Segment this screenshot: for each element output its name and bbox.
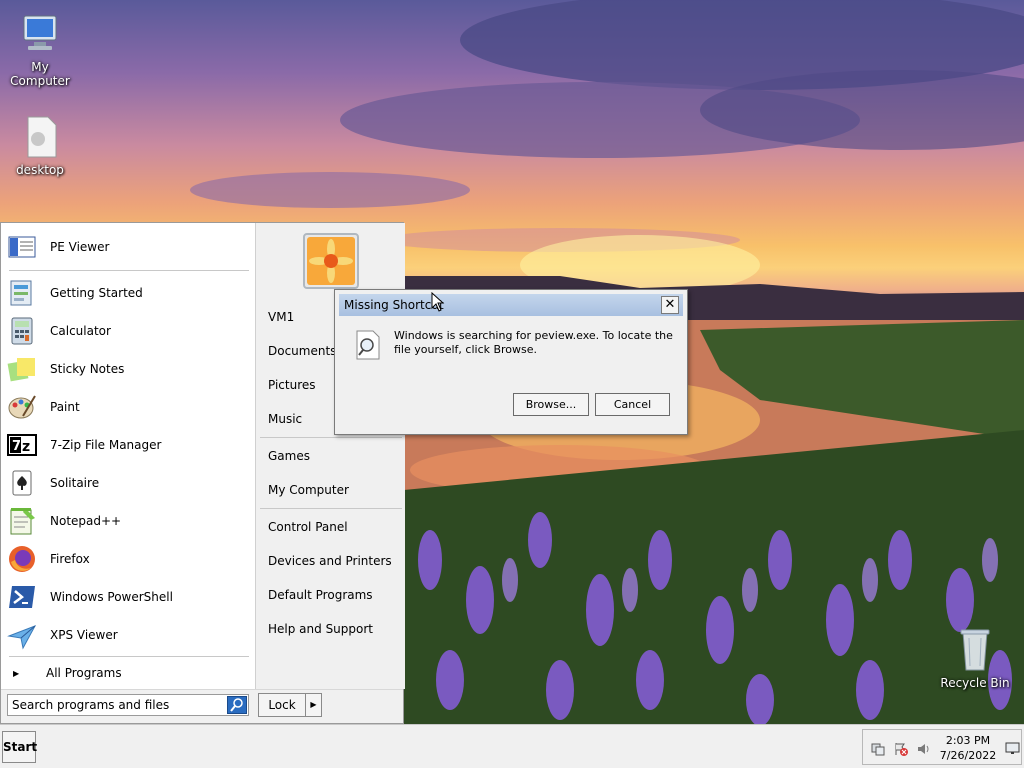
chevron-right-icon: ▶: [13, 668, 20, 678]
divider: [260, 508, 402, 509]
notepadpp-icon: [7, 506, 37, 536]
lock-button[interactable]: Lock: [258, 693, 306, 717]
program-item-calculator[interactable]: Calculator: [7, 313, 249, 349]
program-item-7zip[interactable]: 7z 7-Zip File Manager: [7, 427, 249, 463]
user-avatar[interactable]: [303, 233, 359, 289]
link-default-programs[interactable]: Default Programs: [268, 588, 373, 602]
action-center-icon[interactable]: [894, 742, 908, 756]
calculator-icon: [7, 316, 37, 346]
getting-started-icon: [7, 278, 37, 308]
program-item-powershell[interactable]: Windows PowerShell: [7, 579, 249, 615]
solitaire-icon: [7, 468, 37, 498]
program-label: Sticky Notes: [50, 362, 125, 376]
start-menu-footer: Lock ▶: [1, 689, 403, 723]
desktop-icon-label: Recycle Bin: [940, 676, 1010, 690]
link-help-support[interactable]: Help and Support: [268, 622, 373, 636]
search-icon: [230, 698, 243, 712]
network-icon[interactable]: [871, 742, 885, 756]
program-item-getting-started[interactable]: Getting Started: [7, 275, 249, 311]
desktop-icon-desktop[interactable]: desktop: [0, 113, 80, 177]
divider: [9, 656, 249, 657]
program-item-solitaire[interactable]: Solitaire: [7, 465, 249, 501]
pe-viewer-icon: [7, 232, 37, 262]
volume-icon[interactable]: [917, 742, 931, 756]
browse-button[interactable]: Browse...: [513, 393, 589, 416]
svg-text:z: z: [22, 439, 30, 455]
missing-shortcut-dialog: Missing Shortcut ✕ Windows is searching …: [334, 289, 688, 435]
start-button[interactable]: Start: [2, 731, 37, 763]
search-button[interactable]: [227, 696, 247, 714]
divider: [260, 437, 402, 438]
clock-time: 2:03 PM: [945, 734, 991, 747]
chevron-right-icon: ▶: [310, 700, 317, 709]
clock-date: 7/26/2022: [939, 749, 997, 762]
program-item-notepadpp[interactable]: Notepad++: [7, 503, 249, 539]
recycle-bin-icon: [951, 626, 999, 674]
link-pictures[interactable]: Pictures: [268, 378, 316, 392]
mouse-cursor-icon: [431, 291, 445, 312]
program-label: Windows PowerShell: [50, 590, 173, 604]
program-item-sticky-notes[interactable]: Sticky Notes: [7, 351, 249, 387]
taskbar-clock[interactable]: 2:03 PM 7/26/2022: [931, 733, 1005, 763]
link-control-panel[interactable]: Control Panel: [268, 520, 348, 534]
xps-viewer-icon: [7, 620, 37, 650]
document-icon: [16, 113, 64, 161]
cancel-button[interactable]: Cancel: [595, 393, 670, 416]
program-item-firefox[interactable]: Firefox: [7, 541, 249, 577]
powershell-icon: [7, 582, 37, 612]
program-item-paint[interactable]: Paint: [7, 389, 249, 425]
start-menu-programs-pane: PE Viewer Getting Started Calculator Sti…: [1, 223, 255, 689]
program-label: XPS Viewer: [50, 628, 118, 642]
program-item-xps-viewer[interactable]: XPS Viewer: [7, 617, 249, 653]
program-label: Notepad++: [50, 514, 122, 528]
link-devices-printers[interactable]: Devices and Printers: [268, 554, 392, 568]
program-item-pe-viewer[interactable]: PE Viewer: [7, 229, 249, 265]
sticky-notes-icon: [7, 354, 37, 384]
taskbar: Start 2:03 PM 7/26/2022: [0, 724, 1024, 768]
divider: [9, 270, 249, 271]
dialog-title: Missing Shortcut: [344, 298, 444, 312]
7zip-icon: 7z: [7, 430, 37, 460]
close-button[interactable]: ✕: [661, 296, 679, 314]
search-input[interactable]: [8, 695, 226, 715]
link-music[interactable]: Music: [268, 412, 302, 426]
program-label: Firefox: [50, 552, 90, 566]
all-programs-label: All Programs: [46, 666, 122, 680]
program-label: PE Viewer: [50, 240, 110, 254]
paint-icon: [7, 392, 37, 422]
link-vm1[interactable]: VM1: [268, 310, 294, 324]
search-document-icon: [351, 329, 383, 361]
lock-options-arrow[interactable]: ▶: [306, 693, 322, 717]
program-label: Calculator: [50, 324, 111, 338]
program-label: 7-Zip File Manager: [50, 438, 162, 452]
program-label: Solitaire: [50, 476, 100, 490]
link-games[interactable]: Games: [268, 449, 310, 463]
link-documents[interactable]: Documents: [268, 344, 336, 358]
firefox-icon: [7, 544, 37, 574]
search-box: [7, 694, 249, 716]
desktop-icon-my-computer[interactable]: My Computer: [0, 10, 80, 88]
my-computer-icon: [16, 10, 64, 58]
flower-avatar-icon: [307, 237, 355, 285]
link-my-computer[interactable]: My Computer: [268, 483, 349, 497]
all-programs-item[interactable]: ▶ All Programs: [11, 663, 249, 683]
svg-text:7: 7: [12, 439, 21, 454]
desktop-icon-label: My Computer: [10, 60, 70, 88]
program-label: Getting Started: [50, 286, 143, 300]
desktop-icon-label: desktop: [16, 163, 64, 177]
dialog-message: Windows is searching for peview.exe. To …: [394, 329, 673, 356]
show-desktop-icon[interactable]: [1005, 741, 1020, 755]
system-tray: 2:03 PM 7/26/2022: [862, 729, 1022, 765]
close-icon: ✕: [664, 297, 676, 312]
program-label: Paint: [50, 400, 80, 414]
dialog-title-bar[interactable]: Missing Shortcut ✕: [339, 294, 683, 316]
desktop-icon-recycle-bin[interactable]: Recycle Bin: [935, 626, 1015, 690]
